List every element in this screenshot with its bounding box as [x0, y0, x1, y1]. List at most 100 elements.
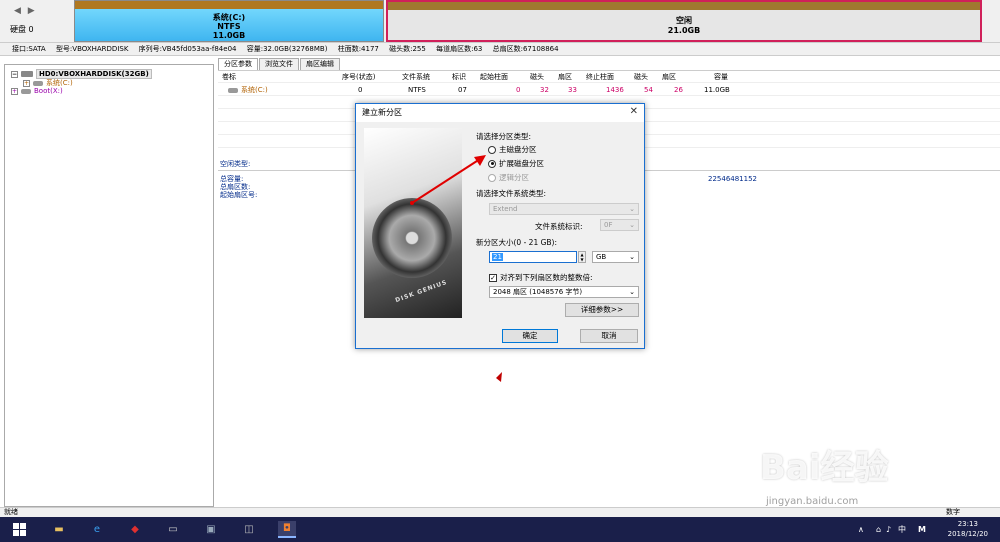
- tree-boot-label: Boot(X:): [34, 87, 63, 95]
- stat-free-type: 空闲类型:: [220, 160, 251, 168]
- app-red-icon[interactable]: ◆: [126, 521, 144, 538]
- network-tool-icon[interactable]: ▣: [202, 521, 220, 538]
- windows-start-icon[interactable]: [10, 521, 28, 538]
- fs-type-value: Extend: [493, 205, 518, 213]
- disk-tree: − HD0:VBOXHARDDISK(32GB) + 系统(C:) + Boot…: [4, 64, 214, 507]
- input-mode-indicator[interactable]: M: [918, 517, 926, 542]
- table-header: 卷标 序号(状态) 文件系统 标识 起始柱面 磁头 扇区 终止柱面 磁头 扇区 …: [218, 71, 1000, 83]
- size-unit-value: GB: [596, 253, 607, 261]
- radio-extended[interactable]: 扩展磁盘分区: [488, 158, 544, 169]
- panel-tabs: 分区参数 浏览文件 扇区编辑: [218, 58, 341, 70]
- align-select[interactable]: 2048 扇区 (1048576 字节) ⌄: [489, 286, 639, 298]
- disk-info-line: 接口:SATA 型号:VBOXHARDDISK 序列号:VB45fd053aa-…: [0, 42, 1000, 56]
- align-checkbox[interactable]: ✓ 对齐到下列扇区数的整数倍:: [489, 272, 593, 283]
- col-end-head: 磁头: [634, 73, 648, 81]
- tray-chevron-icon[interactable]: ∧: [858, 517, 864, 542]
- file-explorer-icon[interactable]: ▬: [50, 521, 68, 538]
- collapse-icon[interactable]: −: [11, 70, 18, 78]
- info-interface: 接口:SATA: [12, 45, 46, 53]
- disk-tool-icon[interactable]: ◫: [240, 521, 258, 538]
- status-num: 数字: [946, 508, 960, 516]
- brand-text: DISK GENIUS: [394, 278, 449, 305]
- radio-primary[interactable]: 主磁盘分区: [488, 144, 537, 155]
- dialog-title: 建立新分区: [356, 104, 644, 122]
- system-partition-size: 11.0GB: [212, 31, 246, 40]
- info-serial: 序列号:VB45fd053aa-f84e04: [138, 45, 237, 53]
- internet-explorer-icon[interactable]: e: [88, 521, 106, 538]
- stat-bytes-value: 22546481152: [708, 175, 757, 183]
- tab-sector-edit[interactable]: 扇区编辑: [300, 58, 340, 70]
- col-end-cyl: 终止柱面: [586, 73, 614, 81]
- tab-partition-params[interactable]: 分区参数: [218, 58, 258, 70]
- col-index: 序号(状态): [342, 73, 376, 81]
- volume-icon[interactable]: ♪: [886, 517, 891, 542]
- size-stepper-icon[interactable]: ▲ ▼: [578, 251, 586, 263]
- details-button[interactable]: 详细参数>>: [565, 303, 639, 317]
- table-row[interactable]: 系统(C:) 0 NTFS 07 0 32 33 1436 54 26 11.0…: [218, 84, 1000, 96]
- cell-end-cyl: 1436: [606, 86, 624, 94]
- col-label: 卷标: [222, 73, 236, 81]
- system-partition-name: 系统(C:): [212, 13, 246, 22]
- terminal-icon[interactable]: ▭: [164, 521, 182, 538]
- col-id: 标识: [452, 73, 466, 81]
- partition-icon: [228, 87, 238, 93]
- free-space-size: 21.0GB: [667, 26, 701, 35]
- system-partition-fs: NTFS: [217, 22, 241, 31]
- info-sectors-per-track: 每道扇区数:63: [436, 45, 483, 53]
- partition-type-label: 请选择分区类型:: [476, 132, 532, 141]
- col-start-cyl: 起始柱面: [480, 73, 508, 81]
- info-capacity: 容量:32.0GB(32768MB): [246, 45, 328, 53]
- ok-button[interactable]: 确定: [502, 329, 558, 343]
- col-start-head: 磁头: [530, 73, 544, 81]
- radio-logical[interactable]: 逻辑分区: [488, 172, 529, 183]
- fs-id-select[interactable]: 0F ⌄: [600, 219, 639, 231]
- partition-icon: [33, 80, 43, 86]
- cell-start-cyl: 0: [516, 86, 521, 94]
- cell-label: 系统(C:): [228, 84, 268, 96]
- tree-item-boot[interactable]: + Boot(X:): [11, 87, 63, 95]
- disk-nav-arrows-icon[interactable]: ◀ ▶: [14, 6, 37, 16]
- expand-icon[interactable]: +: [11, 87, 18, 95]
- fs-type-select[interactable]: Extend ⌄: [489, 203, 639, 215]
- radio-icon: [488, 145, 496, 154]
- close-icon[interactable]: ✕: [630, 106, 638, 117]
- system-clock[interactable]: 23:13 2018/12/20: [948, 519, 988, 539]
- cell-end-head: 54: [644, 86, 653, 94]
- cell-start-sector: 33: [568, 86, 577, 94]
- network-icon[interactable]: ⌂: [876, 517, 881, 542]
- info-heads: 磁头数:255: [389, 45, 426, 53]
- size-input[interactable]: 21: [489, 251, 577, 263]
- disk-genius-illustration: DISK GENIUS: [364, 128, 462, 318]
- cell-id: 07: [458, 86, 467, 94]
- align-label: 对齐到下列扇区数的整数倍:: [500, 273, 593, 282]
- diskgenius-window: ◀ ▶ 硬盘 0 系统(C:) NTFS 11.0GB 空闲 21.0GB 接口…: [0, 0, 1000, 517]
- radio-selected-icon: [488, 159, 496, 168]
- system-partition-block[interactable]: 系统(C:) NTFS 11.0GB: [74, 0, 384, 42]
- free-space-block[interactable]: 空闲 21.0GB: [386, 0, 982, 42]
- fs-type-label: 请选择文件系统类型:: [476, 189, 547, 198]
- cancel-button[interactable]: 取消: [580, 329, 638, 343]
- radio-extended-label: 扩展磁盘分区: [499, 159, 544, 168]
- radio-primary-label: 主磁盘分区: [499, 145, 537, 154]
- cell-capacity: 11.0GB: [704, 86, 730, 94]
- stat-start-sector: 起始扇区号:: [220, 191, 258, 199]
- disk-map: ◀ ▶ 硬盘 0 系统(C:) NTFS 11.0GB 空闲 21.0GB: [0, 0, 1000, 42]
- size-unit-select[interactable]: GB ⌄: [592, 251, 639, 263]
- expand-icon[interactable]: +: [23, 79, 30, 87]
- col-end-sector: 扇区: [662, 73, 676, 81]
- clock-date: 2018/12/20: [947, 530, 988, 538]
- status-bar: 就绪 数字: [0, 507, 1000, 517]
- input-method-indicator[interactable]: 中: [898, 517, 906, 542]
- status-ready: 就绪: [4, 508, 18, 516]
- radio-icon: [488, 173, 496, 182]
- new-partition-dialog: 建立新分区 ✕ DISK GENIUS 请选择分区类型: 主磁盘分区 扩展磁盘分…: [355, 103, 645, 349]
- info-model: 型号:VBOXHARDDISK: [55, 45, 129, 53]
- tab-browse-files[interactable]: 浏览文件: [259, 58, 299, 70]
- disk-label: 硬盘 0: [10, 25, 34, 34]
- cell-start-head: 32: [540, 86, 549, 94]
- fs-id-value: 0F: [604, 221, 613, 229]
- col-fs: 文件系统: [402, 73, 430, 81]
- chevron-down-icon: ⌄: [629, 221, 635, 229]
- fs-id-label: 文件系统标识:: [535, 222, 583, 231]
- diskgenius-taskbar-icon[interactable]: ◘: [278, 521, 296, 538]
